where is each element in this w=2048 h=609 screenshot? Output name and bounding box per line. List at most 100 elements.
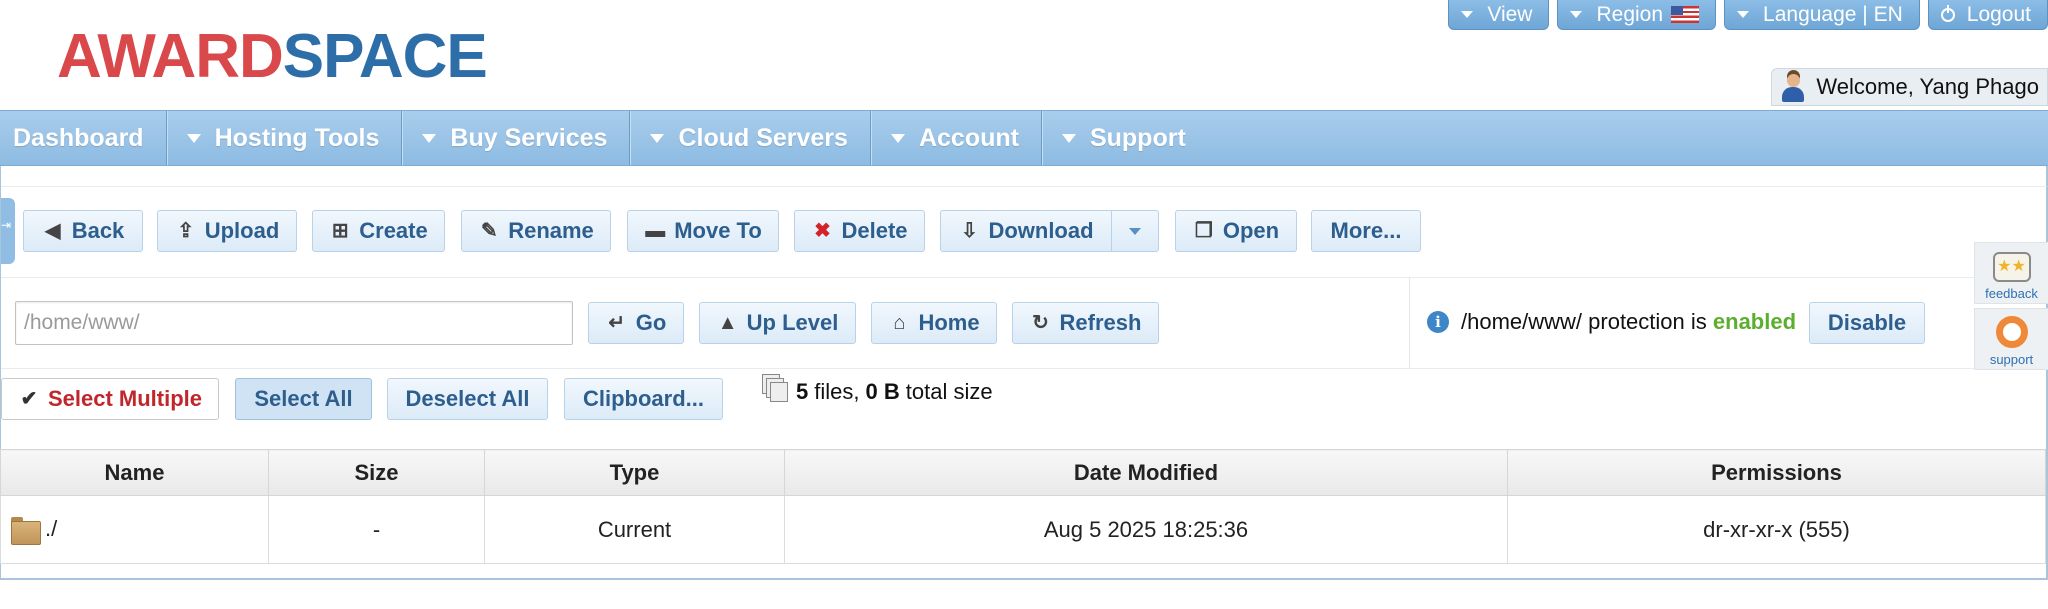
column-header-date-modified[interactable]: Date Modified <box>784 449 1508 496</box>
open-window-icon: ❐ <box>1194 220 1213 242</box>
more-label: More... <box>1330 218 1402 243</box>
divider <box>1 186 2047 187</box>
file-table: Name Size Type Date Modified Permissions… <box>0 449 2046 564</box>
up-level-label: Up Level <box>746 310 839 335</box>
move-to-button[interactable]: ▬ Move To <box>627 210 779 252</box>
nav-dashboard-label: Dashboard <box>13 123 144 152</box>
download-button[interactable]: ⇩ Download <box>940 210 1112 252</box>
refresh-button[interactable]: ↻ Refresh <box>1012 302 1159 344</box>
column-header-size[interactable]: Size <box>268 449 485 496</box>
upload-icon: ⇪ <box>177 220 195 242</box>
caret-down-icon <box>1461 11 1474 18</box>
arrow-up-icon: ▲ <box>717 312 738 334</box>
column-header-type[interactable]: Type <box>484 449 785 496</box>
caret-down-icon <box>890 133 905 143</box>
divider <box>1 368 2047 369</box>
back-button[interactable]: ◀ Back <box>23 210 143 252</box>
go-button[interactable]: ↵ Go <box>588 302 684 344</box>
welcome-text: Welcome, Yang Phago <box>1816 74 2039 99</box>
main-nav: Dashboard Hosting Tools Buy Services Clo… <box>0 110 2048 166</box>
divider <box>1 277 2047 278</box>
region-menu-button[interactable]: Region <box>1557 0 1717 30</box>
go-label: Go <box>635 310 667 335</box>
feedback-star-icon: ★★ <box>1992 252 2031 282</box>
path-input[interactable] <box>15 301 573 345</box>
deselect-all-button[interactable]: Deselect All <box>387 378 548 420</box>
logout-button[interactable]: Logout <box>1927 0 2048 30</box>
refresh-label: Refresh <box>1059 310 1142 335</box>
caret-down-icon <box>186 133 201 143</box>
rename-button[interactable]: ✎ Rename <box>461 210 611 252</box>
cell-name[interactable]: ./ <box>0 495 269 564</box>
info-icon: i <box>1427 311 1449 333</box>
view-menu-button[interactable]: View <box>1448 0 1550 30</box>
sidebar-toggle[interactable] <box>1 198 15 264</box>
upload-button[interactable]: ⇪ Upload <box>157 210 297 252</box>
total-size-label: total size <box>905 379 993 404</box>
language-menu-button[interactable]: Language | EN <box>1724 0 1920 30</box>
logout-label: Logout <box>1966 2 2031 26</box>
cell-permissions[interactable]: dr-xr-xr-x (555) <box>1507 495 2046 564</box>
select-all-label: Select All <box>254 386 353 411</box>
header: AWARDSPACE View Region Language | EN Log… <box>0 0 2048 110</box>
move-to-label: Move To <box>674 218 762 243</box>
nav-cloud-servers-label: Cloud Servers <box>678 123 848 152</box>
nav-support-label: Support <box>1089 123 1186 152</box>
nav-support[interactable]: Support <box>1042 111 1208 165</box>
chevron-down-icon <box>1129 227 1141 235</box>
lifebuoy-icon <box>1995 316 2028 348</box>
nav-hosting-tools[interactable]: Hosting Tools <box>167 111 403 165</box>
open-button[interactable]: ❐ Open <box>1175 210 1297 252</box>
column-header-name[interactable]: Name <box>0 449 269 496</box>
feedback-widget[interactable]: ★★ feedback <box>1974 242 2048 304</box>
awardspace-logo[interactable]: AWARDSPACE <box>57 22 488 92</box>
nav-buy-services-label: Buy Services <box>450 123 608 152</box>
nav-buy-services[interactable]: Buy Services <box>402 111 631 165</box>
disable-label: Disable <box>1827 310 1907 335</box>
home-button[interactable]: ⌂ Home <box>871 302 997 344</box>
clipboard-label: Clipboard... <box>583 386 704 411</box>
welcome-user[interactable]: Welcome, Yang Phago <box>1771 68 2048 106</box>
open-label: Open <box>1222 218 1280 243</box>
file-count: 5 <box>796 379 809 404</box>
nav-account-label: Account <box>918 123 1019 152</box>
back-label: Back <box>71 218 125 243</box>
select-all-button[interactable]: Select All <box>235 378 372 420</box>
create-icon: ⊞ <box>331 220 349 242</box>
file-summary: 5 files, 0 B total size <box>762 374 993 406</box>
clipboard-button[interactable]: Clipboard... <box>564 378 723 420</box>
nav-hosting-tools-label: Hosting Tools <box>214 123 380 152</box>
disable-protection-button[interactable]: Disable <box>1809 302 1925 344</box>
caret-down-icon <box>422 133 437 143</box>
nav-dashboard[interactable]: Dashboard <box>0 111 167 165</box>
up-level-button[interactable]: ▲ Up Level <box>699 302 856 344</box>
upload-label: Upload <box>204 218 280 243</box>
folder-move-icon: ▬ <box>645 220 666 242</box>
divider <box>1409 278 1410 368</box>
power-icon <box>1940 4 1955 22</box>
total-size: 0 B <box>865 379 900 404</box>
protection-status-value: enabled <box>1712 309 1797 334</box>
more-button[interactable]: More... <box>1311 210 1421 252</box>
top-nav: View Region Language | EN Logout <box>1448 0 2048 30</box>
caret-down-icon <box>1737 11 1750 18</box>
language-label: Language | EN <box>1763 2 1903 26</box>
select-multiple-button[interactable]: ✔ Select Multiple <box>1 378 219 420</box>
home-label: Home <box>918 310 980 335</box>
column-header-permissions[interactable]: Permissions <box>1507 449 2046 496</box>
create-label: Create <box>359 218 428 243</box>
nav-account[interactable]: Account <box>871 111 1042 165</box>
nav-cloud-servers[interactable]: Cloud Servers <box>630 111 871 165</box>
table-row[interactable]: ./ - Current Aug 5 2025 18:25:36 dr-xr-x… <box>0 495 2046 564</box>
arrow-left-icon: ◀ <box>45 220 61 242</box>
support-widget[interactable]: support <box>1974 308 2048 370</box>
download-options-dropdown[interactable] <box>1111 210 1159 252</box>
home-icon: ⌂ <box>893 312 906 334</box>
us-flag-icon <box>1671 6 1700 23</box>
checkmark-icon: ✔ <box>20 388 38 410</box>
delete-button[interactable]: ✖ Delete <box>794 210 925 252</box>
create-button[interactable]: ⊞ Create <box>312 210 445 252</box>
protection-status: i /home/www/ protection is enabled <box>1427 309 1796 335</box>
pen-icon: ✎ <box>480 220 498 242</box>
files-label: files, <box>814 379 860 404</box>
